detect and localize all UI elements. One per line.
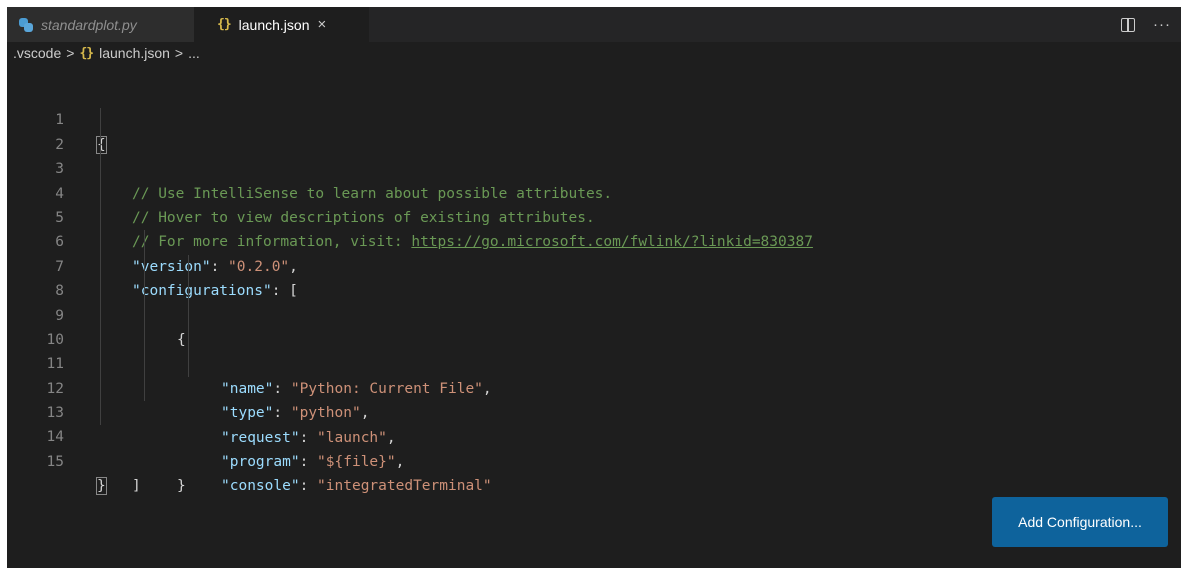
code-text: } <box>177 474 186 498</box>
tab-launch-json[interactable]: {} launch.json × <box>194 7 369 42</box>
tab-standardplot[interactable]: standardplot.py <box>7 7 194 42</box>
python-file-icon <box>19 17 33 32</box>
indent-guide <box>188 352 189 377</box>
json-value: "${file}" <box>317 453 396 470</box>
split-editor-icon[interactable] <box>1121 17 1135 32</box>
indent-guide <box>144 230 145 255</box>
json-file-icon: {} <box>217 17 232 32</box>
indent-guide <box>188 327 189 353</box>
code-text: } <box>96 474 107 498</box>
json-value: "integratedTerminal" <box>317 478 492 495</box>
breadcrumb-folder[interactable]: .vscode <box>13 45 61 61</box>
close-icon[interactable]: × <box>317 16 326 33</box>
indent-guide <box>144 376 145 402</box>
indent-guide <box>188 303 189 328</box>
indent-guide <box>100 352 101 377</box>
indent-guide <box>144 303 145 328</box>
indent-guide <box>100 157 101 182</box>
breadcrumb-file[interactable]: launch.json <box>99 45 170 61</box>
indent-guide <box>100 205 101 231</box>
code-line: 8 "name": "Python: Current File", <box>7 254 1181 397</box>
add-configuration-button[interactable]: Add Configuration... <box>992 497 1168 547</box>
indent-guide <box>100 401 101 426</box>
brace: } <box>177 478 186 495</box>
indent-guide <box>100 303 101 328</box>
code-line: 13 } <box>7 376 1181 494</box>
indent-guide <box>144 254 145 280</box>
brace: } <box>96 477 107 496</box>
code-text: "program": "${file}", <box>221 453 405 470</box>
breadcrumb: .vscode > {} launch.json > ... <box>7 42 1181 64</box>
code-editor[interactable]: 1 { 2 // Use IntelliSense to learn about… <box>7 84 1181 496</box>
indent-guide <box>100 279 101 304</box>
chevron-right-icon: > <box>174 45 184 61</box>
chevron-right-icon: > <box>66 45 75 61</box>
indent-guide <box>188 254 189 280</box>
line-number: 15 <box>46 453 64 470</box>
indent-guide <box>100 230 101 255</box>
breadcrumb-symbols[interactable]: ... <box>188 45 200 61</box>
code-line: 11 "program": "${file}", <box>7 327 1181 470</box>
code-text: ] <box>132 474 141 498</box>
indent-guide <box>100 132 101 158</box>
code-line: 2 // Use IntelliSense to learn about pos… <box>7 108 1181 202</box>
code-line: 5 "version": "0.2.0", <box>7 181 1181 275</box>
code-line: 10 "request": "launch", <box>7 303 1181 446</box>
indent-guide <box>100 254 101 280</box>
indent-guide <box>100 181 101 206</box>
code-line: 3 // Hover to view descriptions of exist… <box>7 132 1181 226</box>
tab-bar: standardplot.py {} launch.json × ··· <box>7 7 1181 42</box>
indent-guide <box>188 279 189 304</box>
json-file-icon: {} <box>79 45 94 61</box>
tab-label: standardplot.py <box>41 16 137 33</box>
editor-window: standardplot.py {} launch.json × ··· .vs… <box>7 7 1181 568</box>
code-line: 4 // For more information, visit: https:… <box>7 157 1181 250</box>
indent-guide <box>144 352 145 377</box>
bracket: ] <box>132 478 141 495</box>
tab-actions: ··· <box>1121 7 1181 42</box>
json-key: "program" <box>221 453 300 470</box>
indent-guide <box>100 108 101 133</box>
code-line: 7 { <box>7 230 1181 348</box>
indent-guide <box>100 376 101 402</box>
tab-label: launch.json <box>238 16 310 33</box>
code-line: 9 "type": "python", <box>7 279 1181 421</box>
indent-guide <box>144 327 145 353</box>
code-line: 12 "console": "integratedTerminal" <box>7 352 1181 494</box>
code-line: 14 ] <box>7 401 1181 494</box>
indent-guide <box>100 327 101 353</box>
code-line: 1 { <box>7 84 1181 154</box>
more-actions-icon[interactable]: ··· <box>1153 16 1171 33</box>
json-key: "console" <box>221 478 300 495</box>
indent-guide <box>144 279 145 304</box>
code-line: 6 "configurations": [ <box>7 205 1181 299</box>
code-line: 15 } <box>7 425 1181 496</box>
code-text: "console": "integratedTerminal" <box>221 478 492 495</box>
